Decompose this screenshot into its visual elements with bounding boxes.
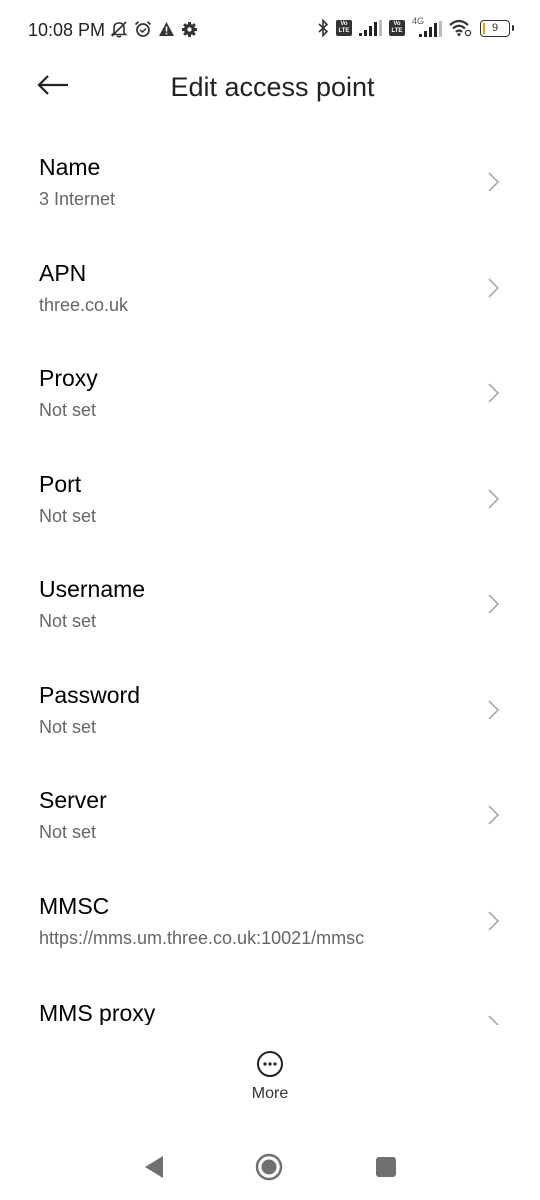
chevron-right-icon bbox=[488, 805, 500, 825]
warning-icon bbox=[159, 22, 174, 36]
nav-home-button[interactable] bbox=[249, 1148, 289, 1188]
bluetooth-icon bbox=[318, 19, 329, 37]
setting-value: Not set bbox=[39, 505, 97, 526]
chevron-right-icon bbox=[488, 910, 500, 931]
volte-label: Vo bbox=[340, 21, 348, 27]
volte-label: LTE bbox=[338, 28, 350, 34]
setting-value: Not set bbox=[39, 716, 97, 737]
chevron-right-icon bbox=[488, 594, 500, 614]
setting-row-mms-proxy[interactable]: MMS proxy bbox=[0, 1000, 540, 1025]
battery-icon: 9 bbox=[480, 19, 514, 37]
nav-home-icon bbox=[255, 1153, 283, 1181]
setting-value: Not set bbox=[39, 822, 97, 842]
setting-label: MMSC bbox=[39, 892, 110, 919]
nav-back-icon bbox=[145, 1156, 163, 1178]
setting-value: 3 Internet bbox=[39, 189, 116, 209]
setting-value: Not set bbox=[39, 611, 97, 631]
chevron-right-icon bbox=[488, 1015, 500, 1025]
alarm-icon bbox=[134, 21, 152, 37]
4g-signal-icon: 4G bbox=[412, 16, 442, 37]
setting-row-username[interactable]: Username Not set bbox=[0, 558, 540, 664]
setting-row-password[interactable]: Password Not set bbox=[0, 664, 540, 770]
setting-row-apn[interactable]: APN three.co.uk bbox=[0, 242, 540, 348]
setting-value: three.co.uk bbox=[39, 294, 129, 315]
setting-label: MMS proxy bbox=[39, 1000, 156, 1025]
more-options-icon bbox=[257, 1051, 283, 1077]
setting-label: Port bbox=[39, 470, 82, 497]
header: Edit access point bbox=[0, 60, 540, 116]
battery-level: 9 bbox=[491, 21, 499, 34]
nav-back-button[interactable] bbox=[134, 1148, 174, 1188]
setting-label: Proxy bbox=[39, 365, 98, 391]
setting-label: Username bbox=[39, 576, 146, 602]
volte-label: LTE bbox=[391, 28, 403, 34]
page-title: Edit access point bbox=[170, 72, 375, 102]
settings-icon bbox=[182, 21, 197, 37]
status-bar: 10:08 PM Vo LTE Vo LTE 4G 9 bbox=[0, 0, 540, 60]
volte-icon: Vo LTE bbox=[336, 20, 352, 36]
setting-row-name[interactable]: Name 3 Internet bbox=[0, 136, 540, 242]
chevron-right-icon bbox=[488, 488, 500, 509]
chevron-right-icon bbox=[488, 277, 500, 298]
setting-row-mmsc[interactable]: MMSC https://mms.um.three.co.uk:10021/mm… bbox=[0, 875, 540, 981]
setting-row-proxy[interactable]: Proxy Not set bbox=[0, 347, 540, 453]
nav-recents-button[interactable] bbox=[366, 1148, 406, 1188]
setting-label: Server bbox=[39, 787, 107, 813]
more-button[interactable]: More bbox=[230, 1050, 310, 1110]
setting-label: APN bbox=[39, 259, 87, 286]
more-label: More bbox=[251, 1085, 289, 1102]
navigation-bar bbox=[0, 1148, 540, 1188]
setting-label: Password bbox=[39, 681, 140, 708]
setting-value: Not set bbox=[39, 400, 97, 420]
notifications-muted-icon bbox=[110, 21, 128, 38]
volte-icon: Vo LTE bbox=[389, 20, 405, 36]
setting-row-port[interactable]: Port Not set bbox=[0, 453, 540, 559]
settings-list: Name 3 Internet APN three.co.uk Proxy No… bbox=[0, 136, 540, 980]
volte-label: Vo bbox=[393, 21, 401, 27]
signal-icon bbox=[359, 20, 382, 36]
setting-row-server[interactable]: Server Not set bbox=[0, 769, 540, 875]
chevron-right-icon bbox=[488, 699, 500, 720]
wifi-icon bbox=[449, 19, 472, 37]
setting-label: Name bbox=[39, 154, 101, 180]
setting-value: https://mms.um.three.co.uk:10021/mmsc bbox=[39, 927, 365, 948]
chevron-right-icon bbox=[488, 172, 500, 192]
chevron-right-icon bbox=[488, 383, 500, 403]
nav-recents-icon bbox=[376, 1157, 396, 1177]
status-time: 10:08 PM bbox=[28, 20, 106, 40]
